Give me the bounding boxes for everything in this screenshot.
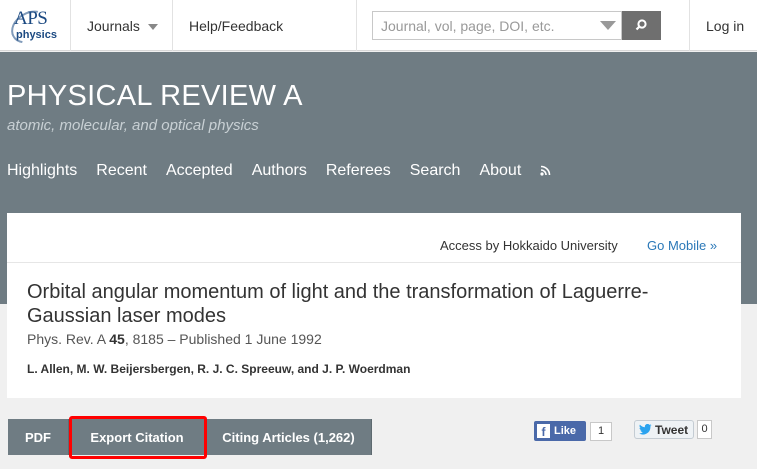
twitter-bird-icon xyxy=(639,424,652,435)
top-bar: APS physics Journals Help/Feedback Log i… xyxy=(0,0,757,51)
article-title: Orbital angular momentum of light and th… xyxy=(27,281,649,327)
nav-search[interactable]: Search xyxy=(410,162,461,179)
tweet-count: 0 xyxy=(697,420,712,439)
pdf-button[interactable]: PDF xyxy=(8,419,69,455)
nav-highlights[interactable]: Highlights xyxy=(7,162,77,179)
search-dropdown-icon[interactable] xyxy=(600,21,616,30)
like-label: Like xyxy=(554,425,577,437)
divider xyxy=(70,0,71,51)
journals-label: Journals xyxy=(87,18,140,34)
article-authors[interactable]: L. Allen, M. W. Beijersbergen, R. J. C. … xyxy=(27,362,410,376)
journal-title[interactable]: PHYSICAL REVIEW A xyxy=(7,80,303,113)
aps-physics-logo[interactable]: APS physics xyxy=(5,4,57,50)
export-citation-button[interactable]: Export Citation xyxy=(69,419,206,455)
journal-subtitle: atomic, molecular, and optical physics xyxy=(7,117,259,134)
journal-abbrev: Phys. Rev. A xyxy=(27,331,106,347)
journal-nav: Highlights Recent Accepted Authors Referees S… xyxy=(7,162,551,180)
nav-authors[interactable]: Authors xyxy=(252,162,307,179)
search-button[interactable] xyxy=(622,11,661,40)
citing-articles-button[interactable]: Citing Articles (1,262) xyxy=(206,419,372,455)
nav-accepted[interactable]: Accepted xyxy=(166,162,233,179)
journals-menu[interactable]: Journals xyxy=(87,18,158,34)
chevron-down-icon xyxy=(147,24,158,31)
go-mobile-link[interactable]: Go Mobile » xyxy=(647,238,717,253)
facebook-like-button[interactable]: f Like xyxy=(534,421,586,441)
like-count: 1 xyxy=(590,422,612,441)
nav-referees[interactable]: Referees xyxy=(326,162,391,179)
nav-about[interactable]: About xyxy=(479,162,521,179)
divider xyxy=(7,262,741,263)
search-input[interactable] xyxy=(372,11,622,40)
article-actions: PDF Export Citation Citing Articles (1,2… xyxy=(8,419,372,455)
divider xyxy=(689,0,690,51)
divider xyxy=(356,0,357,51)
nav-recent[interactable]: Recent xyxy=(96,162,147,179)
logo-aps-text: APS xyxy=(14,8,48,29)
divider xyxy=(172,0,173,51)
volume-number: 45 xyxy=(109,331,125,347)
login-link[interactable]: Log in xyxy=(706,18,744,34)
tweet-button[interactable]: Tweet xyxy=(634,420,694,439)
page-and-date: , 8185 – Published 1 June 1992 xyxy=(124,331,322,347)
tweet-label: Tweet xyxy=(655,423,689,437)
search-icon xyxy=(635,19,647,31)
help-feedback-link[interactable]: Help/Feedback xyxy=(189,18,283,34)
logo-physics-text: physics xyxy=(16,29,57,41)
facebook-icon: f xyxy=(537,424,550,439)
article-citation: Phys. Rev. A 45, 8185 – Published 1 June… xyxy=(27,331,322,347)
access-institution: Access by Hokkaido University xyxy=(440,238,618,253)
rss-icon[interactable] xyxy=(540,165,551,176)
